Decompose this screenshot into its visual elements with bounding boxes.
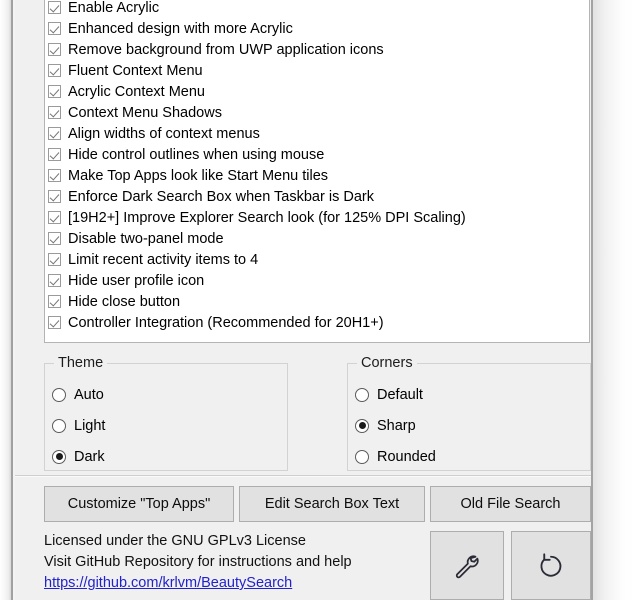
theme-option-label: Auto [74,387,104,403]
option-row[interactable]: Limit recent activity items to 4 [45,249,589,270]
option-label: Fluent Context Menu [68,63,203,79]
checkbox-checked-icon[interactable] [48,43,61,56]
option-row[interactable]: Controller Integration (Recommended for … [45,312,589,333]
checkbox-checked-icon[interactable] [48,64,61,77]
option-row[interactable]: Fluent Context Menu [45,60,589,81]
option-label: Hide user profile icon [68,273,204,289]
corners-radio-group[interactable]: Default Sharp Rounded [348,379,590,472]
checkbox-checked-icon[interactable] [48,190,61,203]
checkbox-checked-icon[interactable] [48,1,61,14]
checkbox-checked-icon[interactable] [48,232,61,245]
option-label: Align widths of context menus [68,126,260,142]
theme-group: Theme AutoLightDark [44,363,288,471]
option-row[interactable]: Acrylic Context Menu [45,81,589,102]
option-label: Controller Integration (Recommended for … [68,315,384,331]
option-row[interactable]: Make Top Apps look like Start Menu tiles [45,165,589,186]
option-row[interactable]: Enable Acrylic [45,0,589,18]
option-row[interactable]: Disable two-panel mode [45,228,589,249]
option-row[interactable]: Hide close button [45,291,589,312]
checkbox-checked-icon[interactable] [48,211,61,224]
radio-selected-icon[interactable] [52,450,66,464]
option-label: Disable two-panel mode [68,231,224,247]
checkbox-checked-icon[interactable] [48,148,61,161]
radio-unselected-icon[interactable] [355,388,369,402]
wrench-icon [452,551,482,581]
client-area: Enable Acrylic Enhanced design with more … [15,0,591,600]
theme-option-label: Dark [74,449,105,465]
app-window: Enable Acrylic Enhanced design with more … [0,0,635,600]
old-file-search-button[interactable]: Old File Search [430,486,591,522]
radio-unselected-icon[interactable] [52,419,66,433]
checkbox-checked-icon[interactable] [48,274,61,287]
option-row[interactable]: Remove background from UWP application i… [45,39,589,60]
option-label: Enforce Dark Search Box when Taskbar is … [68,189,374,205]
option-label: Hide control outlines when using mouse [68,147,324,163]
checkbox-checked-icon[interactable] [48,22,61,35]
corners-group: Corners DefaultSharpRounded [347,363,591,471]
option-label: Remove background from UWP application i… [68,42,384,58]
corners-option[interactable]: Sharp [348,410,590,441]
option-row[interactable]: Hide control outlines when using mouse [45,144,589,165]
radio-unselected-icon[interactable] [355,450,369,464]
corners-option-label: Sharp [377,418,416,434]
github-repository-link[interactable]: https://github.com/krlvm/BeautySearch [44,573,292,594]
checkbox-checked-icon[interactable] [48,295,61,308]
theme-option-label: Light [74,418,105,434]
refresh-icon [536,551,566,581]
customize-top-apps-button[interactable]: Customize "Top Apps" [44,486,234,522]
option-label: Make Top Apps look like Start Menu tiles [68,168,328,184]
corners-group-title: Corners [357,355,417,371]
option-label: Enhanced design with more Acrylic [68,21,293,37]
license-line-2: Visit GitHub Repository for instructions… [44,552,444,573]
theme-option[interactable]: Dark [45,441,287,472]
option-label: Context Menu Shadows [68,105,222,121]
option-row[interactable]: Align widths of context menus [45,123,589,144]
theme-option[interactable]: Light [45,410,287,441]
option-row[interactable]: Enforce Dark Search Box when Taskbar is … [45,186,589,207]
option-label: Acrylic Context Menu [68,84,205,100]
window-left-shadow [0,0,11,600]
theme-radio-group[interactable]: Auto Light Dark [45,379,287,472]
corners-option[interactable]: Rounded [348,441,590,472]
radio-unselected-icon[interactable] [52,388,66,402]
edit-search-box-text-button[interactable]: Edit Search Box Text [239,486,425,522]
option-label: Enable Acrylic [68,0,159,16]
checkbox-checked-icon[interactable] [48,253,61,266]
corners-option[interactable]: Default [348,379,590,410]
window-right-shadow [593,0,635,600]
option-row[interactable]: Context Menu Shadows [45,102,589,123]
feature-options-list[interactable]: Enable Acrylic Enhanced design with more … [44,0,590,343]
option-row[interactable]: Hide user profile icon [45,270,589,291]
option-label: Limit recent activity items to 4 [68,252,258,268]
restart-refresh-button[interactable] [511,531,591,600]
license-line-1: Licensed under the GNU GPLv3 License [44,531,444,552]
checkbox-checked-icon[interactable] [48,106,61,119]
settings-wrench-button[interactable] [430,531,504,600]
checkbox-checked-icon[interactable] [48,85,61,98]
checkbox-checked-icon[interactable] [48,316,61,329]
option-label: [19H2+] Improve Explorer Search look (fo… [68,210,466,226]
theme-option[interactable]: Auto [45,379,287,410]
checkbox-checked-icon[interactable] [48,169,61,182]
license-info: Licensed under the GNU GPLv3 License Vis… [44,531,444,594]
corners-option-label: Default [377,387,423,403]
option-row[interactable]: Enhanced design with more Acrylic [45,18,589,39]
corners-option-label: Rounded [377,449,436,465]
radio-selected-icon[interactable] [355,419,369,433]
checkbox-checked-icon[interactable] [48,127,61,140]
section-divider [15,475,591,477]
option-row[interactable]: [19H2+] Improve Explorer Search look (fo… [45,207,589,228]
option-label: Hide close button [68,294,180,310]
theme-group-title: Theme [54,355,107,371]
